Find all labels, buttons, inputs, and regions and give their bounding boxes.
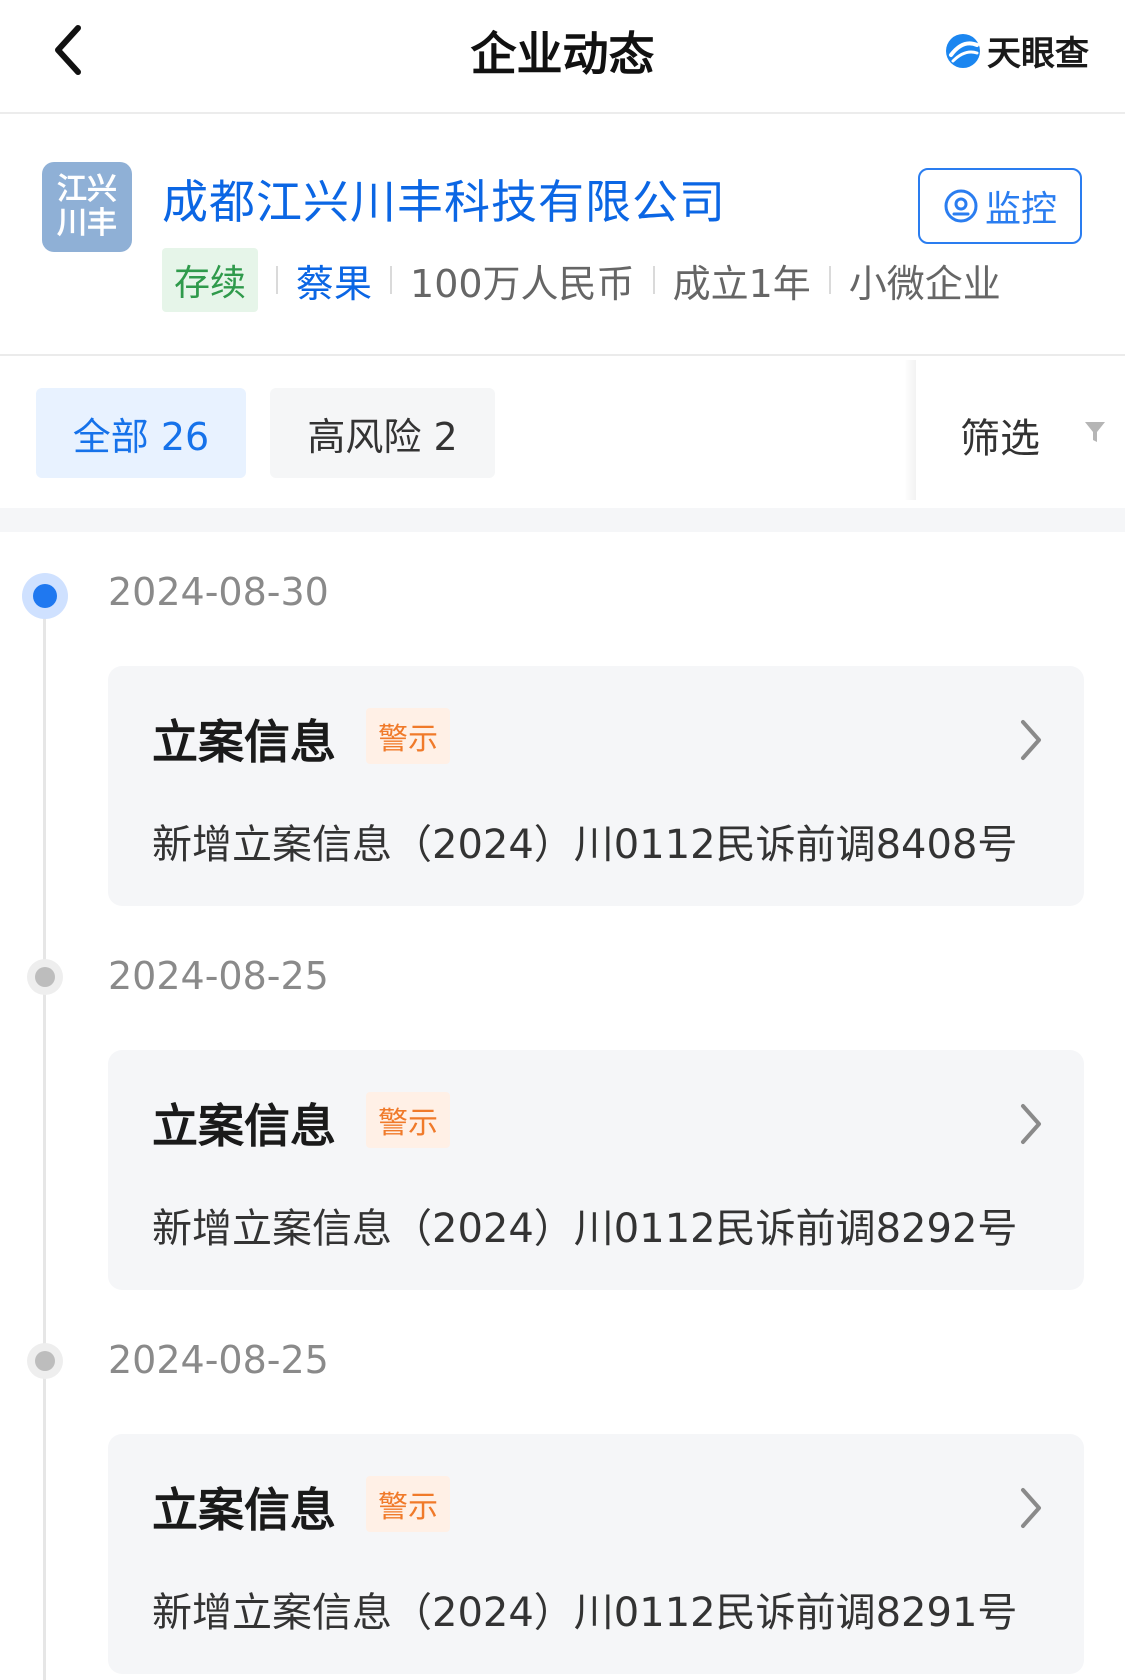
event-card[interactable]: 立案信息 警示 新增立案信息（2024）川0112民诉前调8408号 xyxy=(108,666,1084,906)
company-logo-line1: 江兴 xyxy=(57,172,117,207)
status-badge: 存续 xyxy=(162,248,259,312)
chevron-right-icon xyxy=(1021,1104,1041,1144)
company-logo-line2: 川丰 xyxy=(57,206,117,241)
monitor-button[interactable]: 监控 xyxy=(918,168,1082,244)
brand-name: 天眼查 xyxy=(987,34,1089,74)
divider xyxy=(652,266,655,294)
legal-representative-link[interactable]: 蔡果 xyxy=(296,253,372,308)
timeline-dot-active xyxy=(22,573,68,619)
timeline-date: 2024-08-30 xyxy=(108,570,329,614)
divider xyxy=(390,266,393,294)
section-gap xyxy=(0,508,1125,532)
timeline-dot xyxy=(27,959,63,995)
registered-capital: 100万人民币 xyxy=(410,261,635,306)
event-description: 新增立案信息（2024）川0112民诉前调8291号 xyxy=(152,1590,1018,1636)
filter-tabs: 全部 26 高风险 2 筛选 xyxy=(0,356,1125,508)
founded-duration: 成立1年 xyxy=(672,261,811,306)
timeline-date: 2024-08-25 xyxy=(108,954,329,998)
filter-funnel-icon[interactable] xyxy=(1084,420,1106,444)
company-logo: 江兴 川丰 xyxy=(42,162,132,252)
top-nav-bar: 企业动态 天眼查 xyxy=(0,0,1125,114)
warning-tag: 警示 xyxy=(366,708,450,764)
company-card: 江兴 川丰 成都江兴川丰科技有限公司 监控 存续 蔡果 100万人民币 成立1年… xyxy=(0,114,1125,354)
divider xyxy=(276,266,279,294)
warning-tag: 警示 xyxy=(366,1476,450,1532)
tab-high-risk[interactable]: 高风险 2 xyxy=(270,388,495,478)
company-name[interactable]: 成都江兴川丰科技有限公司 xyxy=(162,166,726,232)
event-card[interactable]: 立案信息 警示 新增立案信息（2024）川0112民诉前调8292号 xyxy=(108,1050,1084,1290)
event-title: 立案信息 xyxy=(152,1099,336,1153)
event-title: 立案信息 xyxy=(152,1483,336,1537)
chevron-right-icon xyxy=(1021,1488,1041,1528)
tab-all[interactable]: 全部 26 xyxy=(36,388,246,478)
warning-tag: 警示 xyxy=(366,1092,450,1148)
timeline-date: 2024-08-25 xyxy=(108,1338,329,1382)
event-description: 新增立案信息（2024）川0112民诉前调8292号 xyxy=(152,1206,1018,1252)
company-meta: 存续 蔡果 100万人民币 成立1年 小微企业 xyxy=(162,248,1001,312)
divider xyxy=(828,266,831,294)
timeline-line xyxy=(43,596,46,1680)
monitor-label: 监控 xyxy=(984,189,1057,230)
event-description: 新增立案信息（2024）川0112民诉前调8408号 xyxy=(152,822,1018,868)
event-title: 立案信息 xyxy=(152,715,336,769)
filter-button[interactable]: 筛选 xyxy=(960,406,1040,464)
event-card[interactable]: 立案信息 警示 新增立案信息（2024）川0112民诉前调8291号 xyxy=(108,1434,1084,1674)
tianyancha-logo-icon xyxy=(946,33,980,68)
timeline-dot xyxy=(27,1343,63,1379)
monitor-icon xyxy=(944,189,978,223)
brand-logo: 天眼查 xyxy=(943,26,1089,75)
company-scale: 小微企业 xyxy=(848,261,1001,306)
chevron-right-icon xyxy=(1021,720,1041,760)
divider xyxy=(904,360,916,500)
